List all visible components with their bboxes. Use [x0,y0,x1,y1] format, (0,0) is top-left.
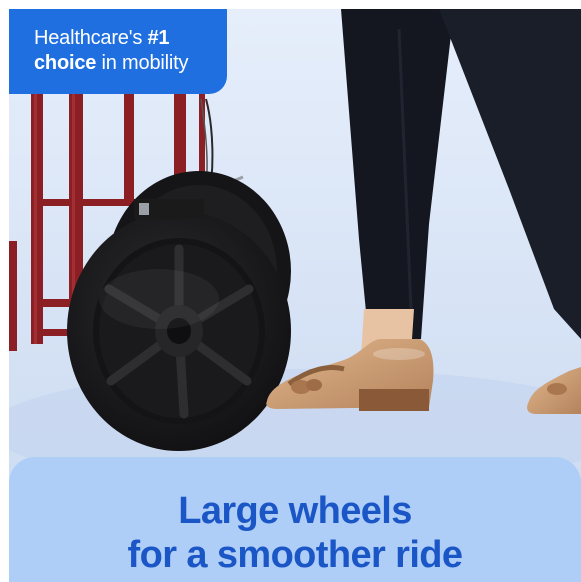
promo-badge: Healthcare's #1 choice in mobility [9,9,227,94]
front-wheel [67,211,291,451]
caption-headline: Large wheels [178,490,412,532]
badge-line-2: choice in mobility [34,52,189,74]
badge-line-1: Healthcare's #1 [34,27,170,49]
caption-subheadline: for a smoother ride [127,534,463,576]
product-image-card: Healthcare's #1 choice in mobility Large… [9,9,581,582]
caption-panel: Large wheels for a smoother ride [9,457,581,582]
